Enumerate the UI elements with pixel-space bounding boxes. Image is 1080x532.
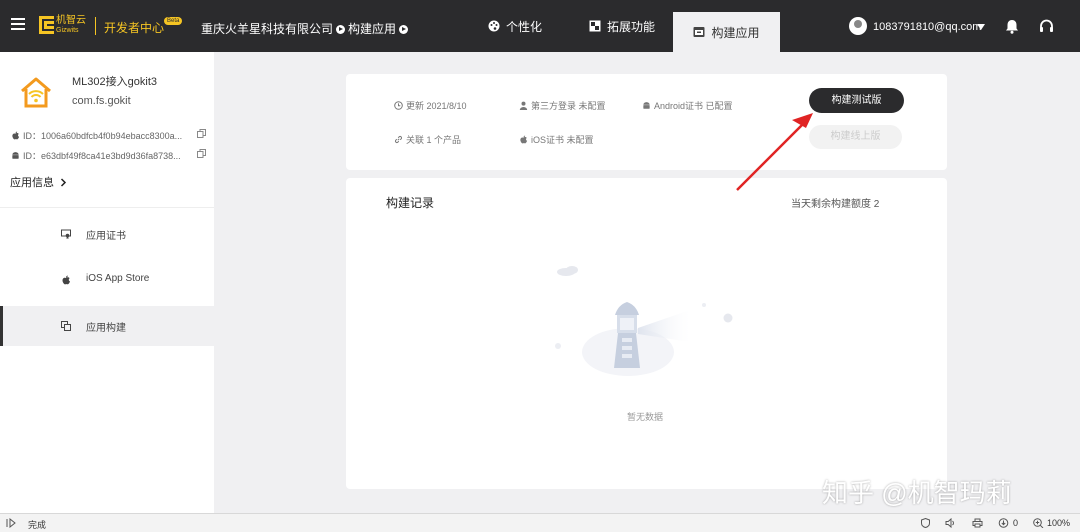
palette-icon	[488, 20, 500, 32]
sidebar: ML302接入gokit3 com.fs.gokit ID：1006a60bdf…	[0, 52, 214, 513]
ios-cert-text: iOS证书 未配置	[531, 135, 594, 145]
copy-icon[interactable]	[197, 149, 206, 158]
headset-icon[interactable]	[1039, 19, 1054, 34]
updated-text: 更新 2021/8/10	[406, 101, 467, 111]
speaker-icon[interactable]	[945, 518, 956, 528]
logo-subtext: Gizwits	[56, 27, 79, 34]
zoom-level[interactable]: 100%	[1047, 518, 1070, 528]
top-navbar: 机智云 Gizwits 开发者中心 Beta 重庆火羊星科技有限公司 构建应用 个…	[0, 0, 1080, 52]
gizwits-logo-icon	[39, 16, 54, 34]
app-info-link[interactable]: 应用信息	[10, 174, 67, 190]
app-home-wifi-icon	[21, 77, 51, 108]
bell-icon[interactable]	[1005, 19, 1019, 34]
android-icon	[643, 102, 650, 109]
android-app-id-row: ID：e63dbf49f8ca41e3bd9d36fa8738...	[11, 149, 211, 162]
build-box-icon	[693, 27, 705, 37]
chevron-right-icon	[399, 25, 409, 34]
sidebar-item-label: 应用证书	[86, 231, 126, 242]
android-app-id: ID：e63dbf49f8ca41e3bd9d36fa8738...	[23, 151, 181, 161]
breadcrumb-current[interactable]: 构建应用	[348, 22, 396, 36]
tab-label: 构建应用	[711, 25, 760, 40]
sidebar-item-app-certificate[interactable]: 应用证书	[0, 214, 214, 254]
chevron-right-icon	[61, 178, 67, 187]
app-package: com.fs.gokit	[72, 95, 131, 107]
empty-state-text: 暂无数据	[627, 412, 664, 422]
apple-icon	[12, 131, 20, 140]
tab-personalize[interactable]: 个性化	[488, 0, 542, 52]
updated-info: 更新 2021/8/10	[394, 99, 467, 112]
sidebar-item-label: 应用构建	[86, 323, 126, 334]
zoom-icon[interactable]	[1033, 518, 1044, 528]
browser-statusbar: 完成 0 100%	[0, 513, 1080, 532]
sidebar-item-ios-app-store[interactable]: iOS App Store	[0, 260, 214, 300]
play-toggle-icon[interactable]	[6, 518, 17, 528]
tab-extensions[interactable]: 拓展功能	[589, 0, 655, 52]
empty-lighthouse-illustration	[555, 266, 733, 376]
chevron-down-icon[interactable]	[977, 24, 985, 30]
ios-app-id-row: ID：1006a60bdfcb4f0b94ebacc8300a...	[11, 129, 211, 142]
related-products-info[interactable]: 关联 1 个产品	[394, 133, 461, 146]
sidebar-item-label: iOS App Store	[86, 273, 150, 284]
clock-icon	[394, 101, 403, 110]
menu-icon[interactable]	[11, 18, 25, 30]
build-release-version-button[interactable]: 构建线上版	[809, 125, 902, 149]
sidebar-item-app-build[interactable]: 应用构建	[0, 306, 214, 346]
link-icon	[394, 135, 403, 144]
certificate-icon	[61, 229, 71, 239]
android-icon	[12, 152, 19, 159]
copy-build-icon	[61, 321, 71, 331]
android-cert-text: Android证书 已配置	[654, 101, 733, 111]
third-party-login-info: 第三方登录 未配置	[519, 99, 606, 112]
avatar[interactable]	[849, 17, 867, 35]
zhihu-watermark: 知乎 @机智玛莉	[822, 478, 1012, 508]
build-test-version-button[interactable]: 构建测试版	[809, 88, 904, 113]
extension-icon	[589, 20, 601, 32]
logo-divider	[95, 17, 96, 35]
ios-app-id: ID：1006a60bdfcb4f0b94ebacc8300a...	[23, 131, 183, 141]
breadcrumb: 重庆火羊星科技有限公司 构建应用	[201, 20, 411, 37]
app-name: ML302接入gokit3	[72, 76, 157, 88]
logo-text: 机智云	[56, 15, 86, 26]
status-text: 完成	[28, 520, 47, 530]
app-info-label: 应用信息	[10, 177, 54, 189]
ios-cert-info: iOS证书 未配置	[519, 133, 594, 146]
breadcrumb-company[interactable]: 重庆火羊星科技有限公司	[201, 22, 333, 36]
apple-icon	[520, 135, 528, 144]
build-quota-text: 当天剩余构建额度 2	[791, 199, 880, 210]
user-icon	[519, 101, 528, 110]
tab-build-app[interactable]: 构建应用	[673, 12, 780, 52]
apple-icon	[62, 275, 70, 285]
chevron-right-icon	[336, 25, 346, 34]
developer-center-title[interactable]: 开发者中心	[104, 19, 164, 36]
download-counter-icon[interactable]	[998, 518, 1009, 528]
user-email[interactable]: 1083791810@qq.com	[873, 21, 981, 33]
divider	[0, 207, 214, 208]
build-records-title: 构建记录	[386, 196, 435, 210]
download-count: 0	[1013, 518, 1019, 528]
print-icon[interactable]	[972, 518, 983, 528]
beta-badge: Beta	[164, 17, 183, 25]
shield-icon[interactable]	[920, 518, 931, 528]
tab-label: 拓展功能	[607, 19, 656, 34]
related-products-text: 关联 1 个产品	[406, 135, 462, 145]
android-cert-info: Android证书 已配置	[642, 99, 733, 112]
copy-icon[interactable]	[197, 129, 206, 138]
tab-label: 个性化	[506, 19, 543, 34]
third-party-login-text: 第三方登录 未配置	[531, 101, 606, 111]
